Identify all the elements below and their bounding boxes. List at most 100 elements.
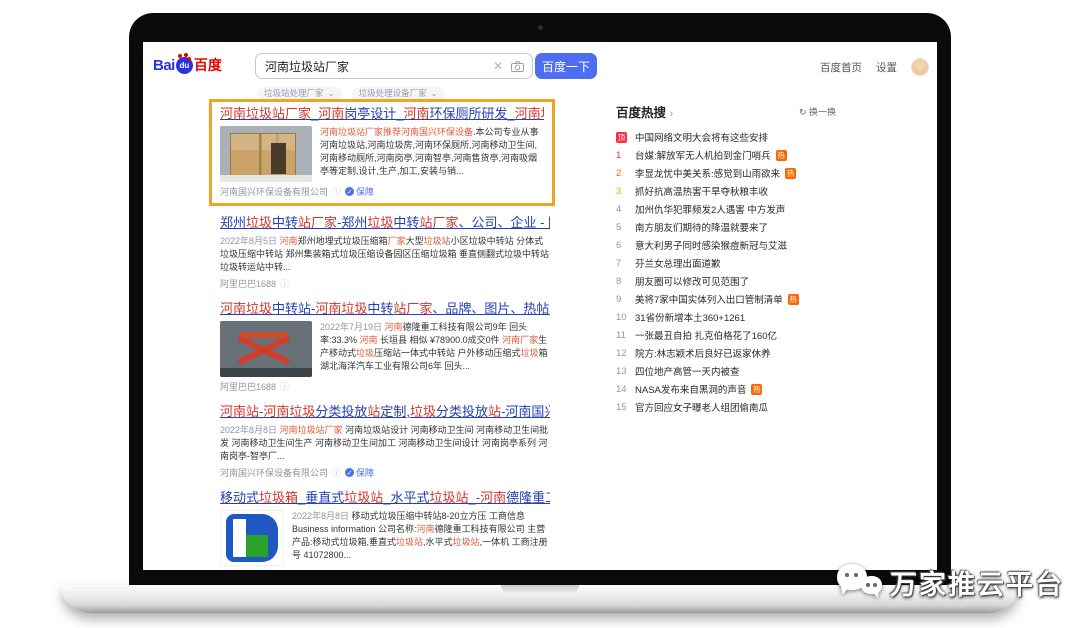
wechat-icon [837,562,883,602]
hot-rank: 12 [616,348,630,359]
search-result: 郑州垃圾中转站厂家-郑州垃圾中转站厂家、公司、企业 - 阿...2022年8月5… [220,215,550,290]
result-snippet: 2022年8月8日 移动式垃圾压缩中转站8-20立方压 工商信息 Busines… [292,510,550,566]
hot-item[interactable]: 9美将7家中国实体列入出口管制清单热 [616,290,836,308]
camera-search-icon[interactable] [509,61,532,72]
search-result: 河南垃圾站厂家_河南岗亭设计_河南环保厕所研发_河南垃圾... 河南垃圾站厂家推荐… [209,99,555,206]
hot-rank: 14 [616,384,630,395]
watermark: 万家推云平台 [837,562,1064,602]
hot-rank: 13 [616,366,630,377]
settings-link[interactable]: 设置 [876,60,897,75]
hot-list: 顶中国网络文明大会将有这些安排1台媒:解放军无人机拍到金门哨兵热2李显龙忧中美关… [616,128,836,416]
hot-search-title[interactable]: 百度热搜 › [616,102,673,121]
hot-item-text: 院方:林志颖术后良好已返家休养 [635,346,771,360]
result-title-link[interactable]: 河南站-河南垃圾分类投放站定制,垃圾分类投放站-河南国兴... [220,404,550,420]
search-result: 河南站-河南垃圾分类投放站定制,垃圾分类投放站-河南国兴... 2022年8月8日… [220,404,550,479]
hot-item[interactable]: 2 李显龙忧中美关系:感觉到山雨欲来热 [616,164,836,182]
hot-item[interactable]: 1台媒:解放军无人机拍到金门哨兵热 [616,146,836,164]
hot-rank: 2 [616,168,630,179]
hot-item[interactable]: 4 加州仇华犯罪频发2人遇害 中方发声 [616,200,836,218]
result-source: 河南国兴环保设备有限公司ⓘ✓保障 [220,466,550,479]
hot-item-text: 南方朋友们期待的降温就要来了 [635,220,768,234]
search-input[interactable] [256,59,487,73]
hot-item[interactable]: 14NASA发布来自黑洞的声音热 [616,380,836,398]
baidu-paw-icon: du [176,57,193,74]
hot-item-text: 一张最丑自拍 扎克伯格花了160亿 [635,328,777,342]
search-result: 移动式垃圾箱_垂直式垃圾站_水平式垃圾站_-河南德隆重工科... 2022年8月8… [220,490,550,570]
hot-item-text: 中国网络文明大会将有这些安排 [635,130,768,144]
hot-item[interactable]: 7 芬兰女总理出面道歉 [616,254,836,272]
logo-cn: 百度 [194,55,222,75]
hot-item[interactable]: 11一张最丑自拍 扎克伯格花了160亿 [616,326,836,344]
result-thumbnail[interactable] [220,321,312,377]
info-icon: ⓘ [332,466,341,479]
search-result: 河南垃圾中转站-河南垃圾中转站厂家、品牌、图片、热帖-阿... 2022年7月19… [220,301,550,393]
result-snippet: 2022年8月8日 河南垃圾站厂家 河南垃圾站设计 河南移动卫生间 河南移动卫生… [220,424,550,463]
laptop-notch [501,585,579,594]
info-icon: ⓘ [280,380,289,393]
shield-check-icon: ✓ [345,187,354,196]
hot-item-text: 意大利男子同时感染猴痘新冠与艾滋 [635,238,787,252]
hot-rank: 9 [616,294,630,305]
result-snippet: 2022年7月19日 河南德隆重工科技有限公司9年 回头率:33.3% 河南 长… [320,321,550,377]
hot-item-text: 美将7家中国实体列入出口管制清单 [635,292,783,306]
hot-item-text: 加州仇华犯罪频发2人遇害 中方发声 [635,202,785,216]
webcam-dot [538,25,543,30]
info-icon: ⓘ [261,569,270,570]
hot-rank: 15 [616,402,630,413]
hot-rank: 10 [616,312,630,323]
baidu-home-link[interactable]: 百度首页 [820,60,862,75]
baidu-logo[interactable]: Bai du 百度 [153,55,222,75]
hot-rank: 3 [616,186,630,197]
result-title-link[interactable]: 河南垃圾中转站-河南垃圾中转站厂家、品牌、图片、热帖-阿... [220,301,550,317]
hot-rank: 5 [616,222,630,233]
hot-item-text: 官方回应女子曝老人组团偷南瓜 [635,400,768,414]
result-title-link[interactable]: 河南垃圾站厂家_河南岗亭设计_河南环保厕所研发_河南垃圾... [220,106,544,122]
hot-badge: 热 [751,384,762,395]
hot-rank: 7 [616,258,630,269]
hot-item[interactable]: 12 院方:林志颖术后良好已返家休养 [616,344,836,362]
hot-badge: 热 [785,168,796,179]
result-source: 河南国兴环保设备有限公司ⓘ✓保障 [220,185,544,198]
hot-item-text: 李显龙忧中美关系:感觉到山雨欲来 [635,166,780,180]
result-thumbnail[interactable] [220,510,284,566]
clear-icon[interactable]: ✕ [487,59,509,73]
hot-item[interactable]: 5 南方朋友们期待的降温就要来了 [616,218,836,236]
hot-item[interactable]: 1031省份新增本土360+1261 [616,308,836,326]
hot-item-text: 芬兰女总理出面道歉 [635,256,721,270]
result-snippet: 河南垃圾站厂家推荐河南国兴环保设备.本公司专业从事河南垃圾站,河南垃圾房,河南环… [320,126,544,182]
hot-rank: 6 [616,240,630,251]
hot-item[interactable]: 顶中国网络文明大会将有这些安排 [616,128,836,146]
hot-item[interactable]: 6 意大利男子同时感染猴痘新冠与艾滋 [616,236,836,254]
result-thumbnail[interactable] [220,126,312,182]
pinned-badge: 顶 [616,132,627,143]
result-source: 阿里巴巴1688ⓘ [220,380,550,393]
topbar: 百度首页 设置 [820,58,929,76]
result-source: 阿里巴巴1688ⓘ [220,277,550,290]
hot-badge: 热 [776,150,787,161]
results-column: 河南垃圾站厂家_河南岗亭设计_河南环保厕所研发_河南垃圾... 河南垃圾站厂家推荐… [220,99,550,570]
hot-rank: 8 [616,276,630,287]
hot-rank: 1 [616,150,630,161]
result-title-link[interactable]: 移动式垃圾箱_垂直式垃圾站_水平式垃圾站_-河南德隆重工科... [220,490,550,506]
result-body: 2022年8月8日 移动式垃圾压缩中转站8-20立方压 工商信息 Busines… [220,510,550,566]
hot-item[interactable]: 3 抓好抗高温热害干旱夺秋粮丰收 [616,182,836,200]
chevron-right-icon: › [670,108,674,120]
shield-check-icon: ✓ [345,468,354,477]
hot-item[interactable]: 13四位地产高管一天内被查 [616,362,836,380]
hot-item[interactable]: 8 朋友圈可以修改可见范围了 [616,272,836,290]
user-avatar[interactable] [911,58,929,76]
hot-search-panel: 百度热搜 › ↻ 换一换 顶中国网络文明大会将有这些安排1台媒:解放军无人机拍到… [616,102,836,416]
logo-bai: Bai [153,57,175,74]
wechat-bubble-small [861,576,882,594]
result-title-link[interactable]: 郑州垃圾中转站厂家-郑州垃圾中转站厂家、公司、企业 - 阿... [220,215,550,231]
result-body: 2022年8月8日 河南垃圾站厂家 河南垃圾站设计 河南移动卫生间 河南移动卫生… [220,424,550,463]
search-box[interactable]: ✕ [255,53,533,79]
search-button[interactable]: 百度一下 [535,53,597,79]
hot-rank: 4 [616,204,630,215]
hot-search-header: 百度热搜 › ↻ 换一换 [616,102,836,121]
result-source: 黄页88网ⓘ [220,569,550,570]
hot-item-text: 抓好抗高温热害干旱夺秋粮丰收 [635,184,768,198]
hot-item-text: 朋友圈可以修改可见范围了 [635,274,749,288]
hot-refresh-button[interactable]: ↻ 换一换 [799,105,836,118]
hot-item[interactable]: 15 官方回应女子曝老人组团偷南瓜 [616,398,836,416]
